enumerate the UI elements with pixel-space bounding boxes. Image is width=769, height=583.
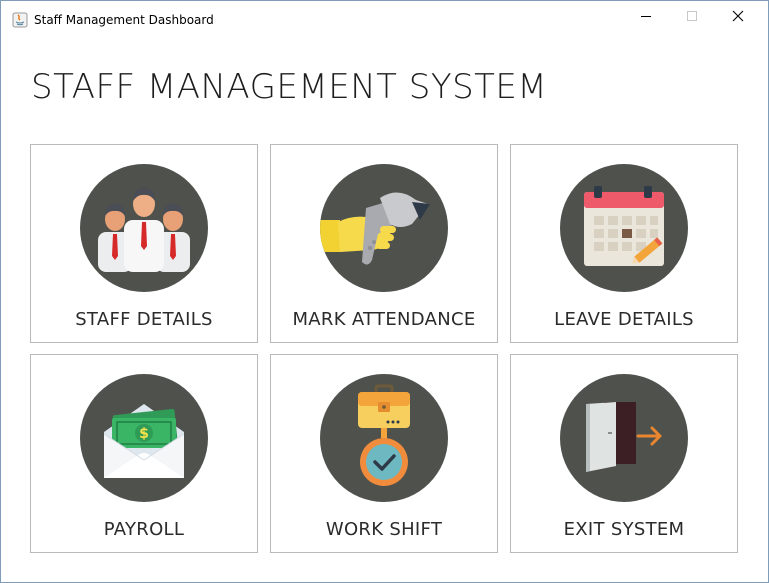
app-window: Staff Management Dashboard STAFF MANAGEM…: [0, 0, 769, 583]
work-shift-tile[interactable]: WORK SHIFT: [270, 354, 498, 553]
dashboard-content: STAFF MANAGEMENT SYSTEM STAFF DETAILS MA…: [1, 31, 768, 582]
staff-group-icon: [80, 164, 208, 292]
window-title: Staff Management Dashboard: [34, 13, 214, 27]
barcode-scanner-icon: [320, 164, 448, 292]
payroll-label: PAYROLL: [103, 519, 185, 540]
staff-details-tile[interactable]: STAFF DETAILS: [30, 144, 258, 343]
exit-system-tile[interactable]: EXIT SYSTEM: [510, 354, 738, 553]
mark-attendance-tile[interactable]: MARK ATTENDANCE: [270, 144, 498, 343]
work-shift-label: WORK SHIFT: [325, 519, 443, 540]
briefcase-clock-icon: [320, 374, 448, 502]
leave-details-label: LEAVE DETAILS: [554, 309, 694, 330]
mark-attendance-label: MARK ATTENDANCE: [292, 309, 476, 330]
minimize-button[interactable]: [623, 1, 669, 31]
title-bar[interactable]: Staff Management Dashboard: [1, 1, 768, 31]
leave-details-tile[interactable]: LEAVE DETAILS: [510, 144, 738, 343]
page-title: STAFF MANAGEMENT SYSTEM: [31, 67, 548, 107]
maximize-icon: [687, 11, 697, 21]
minimize-icon: [641, 16, 651, 17]
staff-details-label: STAFF DETAILS: [75, 309, 213, 330]
exit-door-icon: [560, 374, 688, 502]
java-app-icon: [12, 12, 28, 28]
close-button[interactable]: [715, 1, 761, 31]
exit-system-label: EXIT SYSTEM: [563, 519, 685, 540]
maximize-button[interactable]: [669, 1, 715, 31]
close-icon: [732, 10, 744, 22]
calendar-icon: [560, 164, 688, 292]
money-envelope-icon: $: [80, 374, 208, 502]
payroll-tile[interactable]: $ PAYROLL: [30, 354, 258, 553]
svg-text:$: $: [139, 426, 149, 442]
